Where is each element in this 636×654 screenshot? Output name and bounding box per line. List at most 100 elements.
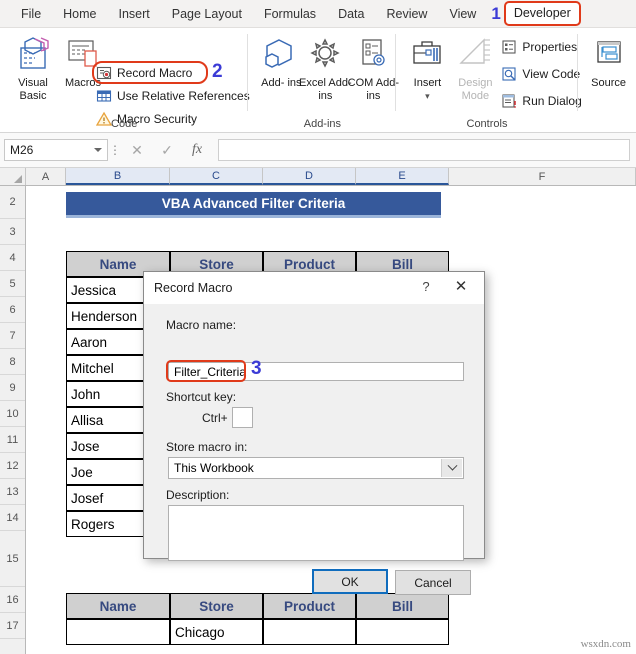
cancel-button[interactable]: Cancel [395,570,471,595]
toolbox-icon [400,34,454,74]
row-header-13[interactable]: 13 [0,479,25,505]
sheet-title-banner: VBA Advanced Filter Criteria [66,192,441,218]
criteria-cell-product[interactable] [263,619,356,645]
run-dialog-button[interactable]: Run Dialog [500,90,582,112]
name-box[interactable]: M26 [4,139,108,161]
watermark: wsxdn.com [580,638,631,650]
criteria-cell-store[interactable]: Chicago [170,619,263,645]
visual-basic-button[interactable]: Visual Basic [6,34,60,103]
tab-file[interactable]: File [10,0,52,28]
record-macro-dialog: Record Macro ? ✕ Macro name: Filter_Crit… [143,271,485,595]
criteria-cell-bill[interactable] [356,619,449,645]
properties-label: Properties [522,40,578,54]
insert-control-button[interactable]: Insert ▾ [400,34,454,103]
design-mode-icon [448,34,502,74]
design-mode-button[interactable]: Design Mode [448,34,502,103]
shortcut-key-input[interactable] [232,407,253,428]
column-header-c[interactable]: C [170,168,263,185]
tab-developer[interactable]: Developer [503,1,581,26]
select-all-corner[interactable] [0,168,26,185]
com-addins-button[interactable]: COM Add-ins [346,34,400,103]
formula-bar-grip[interactable]: ⋮ [108,143,122,157]
store-macro-in-select[interactable]: This Workbook [168,457,464,479]
insert-control-label: Insert [413,77,442,89]
group-label-code: Code [111,118,138,130]
criteria-header-product: Product [263,593,356,619]
annotation-marker-2: 2 [212,61,223,82]
view-code-icon [500,66,517,83]
row-header-14[interactable]: 14 [0,505,25,531]
record-macro-button[interactable]: Record Macro [95,62,192,84]
formula-bar: M26 ⋮ ✕ ✓ fx [0,133,636,168]
run-dialog-label: Run Dialog [522,94,582,108]
column-header-d[interactable]: D [263,168,356,185]
ribbon-group-addins: Add- ins Excel Add-ins COM Add-ins Add-i… [248,28,399,133]
chevron-down-icon[interactable] [441,459,462,477]
macro-name-input[interactable]: Filter_Criteria [168,362,464,381]
row-header-3[interactable]: 3 [0,219,25,245]
row-header-6[interactable]: 6 [0,297,25,323]
criteria-header-name: Name [66,593,170,619]
tab-view[interactable]: View [438,0,487,28]
addins-label-line1: Add- [261,77,285,89]
source-button[interactable]: Source [580,34,636,90]
row-header-12[interactable]: 12 [0,453,25,479]
annotation-marker-1: 1 [491,3,501,23]
group-label-controls: Controls [466,118,508,130]
column-header-b[interactable]: B [66,168,170,185]
ribbon-body: Visual Basic Macros Record Macro Use Rel… [0,28,636,133]
criteria-header-bill: Bill [356,593,449,619]
visual-basic-label-line1: Visual [18,77,48,89]
criteria-cell-name[interactable] [66,619,170,645]
tab-formulas[interactable]: Formulas [253,0,327,28]
group-label-addins: Add-ins [303,118,342,130]
run-dialog-icon [500,93,517,110]
excel-addins-button[interactable]: Excel Add-ins [298,34,352,103]
properties-button[interactable]: Properties [500,36,577,58]
dialog-title-bar[interactable]: Record Macro ? ✕ [144,272,484,304]
ok-button[interactable]: OK [312,569,388,594]
column-header-a[interactable]: A [26,168,66,185]
description-textarea[interactable] [168,505,464,561]
tab-review[interactable]: Review [375,0,438,28]
row-header-10[interactable]: 10 [0,401,25,427]
formula-input[interactable] [218,139,630,161]
row-header-16[interactable]: 16 [0,587,25,613]
column-header-e[interactable]: E [356,168,449,185]
use-relative-references-button[interactable]: Use Relative References [95,85,250,107]
tab-page-layout[interactable]: Page Layout [161,0,253,28]
store-macro-in-label: Store macro in: [166,440,248,454]
macro-name-label: Macro name: [166,318,237,332]
chevron-down-icon[interactable] [94,148,102,152]
row-header-11[interactable]: 11 [0,427,25,453]
row-header-9[interactable]: 9 [0,375,25,401]
excel-addins-label-line1: Excel [299,77,326,89]
row-header-5[interactable]: 5 [0,271,25,297]
column-header-f[interactable]: F [449,168,636,185]
row-header-15[interactable]: 15 [0,531,25,587]
ribbon-tab-bar: File Home Insert Page Layout Formulas Da… [0,0,636,28]
record-macro-label: Record Macro [117,66,193,80]
ctrl-label: Ctrl+ [202,411,228,425]
insert-function-button[interactable]: fx [182,142,212,158]
tab-insert[interactable]: Insert [108,0,161,28]
use-relative-references-label: Use Relative References [117,89,250,103]
row-header-4[interactable]: 4 [0,245,25,271]
gear-icon [298,34,352,74]
row-header-7[interactable]: 7 [0,323,25,349]
visual-basic-label-line2: Basic [19,90,47,102]
row-header-8[interactable]: 8 [0,349,25,375]
tab-home[interactable]: Home [52,0,107,28]
design-mode-label-line2: Mode [461,90,490,102]
dialog-title: Record Macro [154,281,233,295]
close-icon[interactable]: ✕ [450,277,472,297]
view-code-button[interactable]: View Code [500,63,580,85]
cancel-entry-button[interactable]: ✕ [122,142,152,159]
annotation-marker-3: 3 [251,358,262,379]
tab-data[interactable]: Data [327,0,375,28]
record-macro-icon [95,65,112,82]
row-header-17[interactable]: 17 [0,613,25,639]
help-icon[interactable]: ? [416,279,436,294]
row-header-2[interactable]: 2 [0,186,25,219]
confirm-entry-button[interactable]: ✓ [152,142,182,159]
